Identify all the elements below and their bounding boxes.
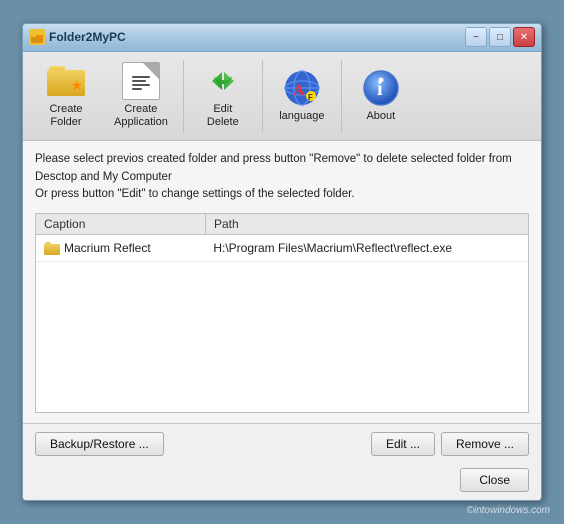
about-label: About [366,110,395,123]
language-button[interactable]: A F language [267,56,337,136]
row-folder-icon [44,242,60,255]
info-text: Please select previos created folder and… [35,151,529,203]
maximize-button[interactable]: □ [489,27,511,47]
minimize-button[interactable]: − [465,27,487,47]
edit-delete-button[interactable]: EditDelete [188,56,258,136]
about-button[interactable]: i About [346,56,416,136]
app-icon [29,29,45,45]
svg-text:F: F [308,93,313,102]
create-folder-icon: ★ [46,61,86,101]
remove-button[interactable]: Remove ... [441,432,529,456]
toolbar: ★ CreateFolder CreateApplication [23,52,541,141]
create-folder-label: CreateFolder [49,103,82,129]
create-application-label: CreateApplication [114,103,168,129]
toolbar-separator-1 [183,60,184,132]
about-icon: i [361,68,401,108]
row-caption: Macrium Reflect [64,241,151,255]
toolbar-separator-2 [262,60,263,132]
language-icon: A F [282,68,322,108]
close-button[interactable]: Close [460,468,529,492]
title-bar-left: Folder2MyPC [29,29,126,45]
table-row[interactable]: Macrium Reflect H:\Program Files\Macrium… [36,235,528,262]
folder-list[interactable]: Caption Path Macrium Reflect H:\Program … [35,213,529,413]
language-label: language [279,110,324,123]
edit-delete-icon [203,61,243,101]
caption-cell: Macrium Reflect [36,239,205,257]
create-application-button[interactable]: CreateApplication [103,56,179,136]
create-folder-button[interactable]: ★ CreateFolder [31,56,101,136]
info-line3: Or press button "Edit" to change setting… [35,188,355,200]
create-application-icon [121,61,161,101]
svg-text:A: A [293,82,305,99]
window-controls: − □ ✕ [465,27,535,47]
watermark: ©intowindows.com [466,505,550,516]
row-path: H:\Program Files\Macrium\Reflect\reflect… [213,241,452,255]
path-cell: H:\Program Files\Macrium\Reflect\reflect… [205,239,528,257]
info-line2: Desctop and My Computer [35,171,172,183]
window-title: Folder2MyPC [49,30,126,44]
edit-delete-label: EditDelete [207,103,239,129]
toolbar-separator-3 [341,60,342,132]
main-window: Folder2MyPC − □ ✕ ★ CreateFolder [22,23,542,501]
bottom-close-row: Close [23,464,541,500]
bottom-bar: Backup/Restore ... Edit ... Remove ... [23,423,541,464]
path-column-header: Path [206,214,528,234]
title-bar: Folder2MyPC − □ ✕ [23,24,541,52]
list-header: Caption Path [36,214,528,235]
content-area: Please select previos created folder and… [23,141,541,423]
info-line1: Please select previos created folder and… [35,153,512,165]
close-window-button[interactable]: ✕ [513,27,535,47]
edit-button[interactable]: Edit ... [371,432,435,456]
backup-restore-button[interactable]: Backup/Restore ... [35,432,164,456]
caption-column-header: Caption [36,214,206,234]
